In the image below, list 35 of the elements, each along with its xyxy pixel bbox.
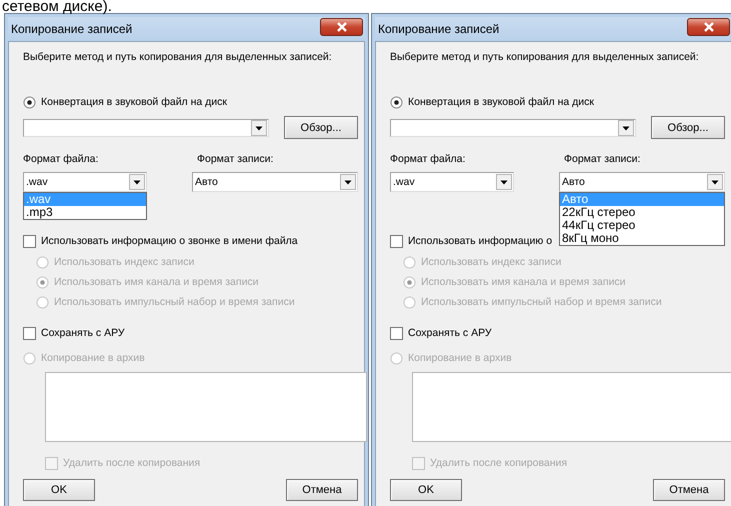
field-label: Формат записи: [564,152,640,166]
archive-path-field[interactable] [45,372,367,442]
window-title: Копирование записей [378,22,500,36]
checkbox[interactable]: Сохранять с АРУ [23,326,125,340]
field-label: Формат файла: [390,152,466,166]
prompt-text: Выберите метод и путь копирования для выделенных записей: [390,50,700,64]
window-title: Копирование записей [11,22,132,36]
checkbox[interactable]: Использовать информацию о [390,234,552,248]
browse-button[interactable]: Обзор... [651,116,725,139]
dropdown-option[interactable]: 44кГц стерео [560,219,724,232]
ok-button[interactable]: OK [23,479,95,501]
prompt-text: Выберите метод и путь копирования для выделенных записей: [23,50,333,64]
cancel-button[interactable]: Отмена [286,479,358,501]
checkbox[interactable]: Сохранять с АРУ [390,326,492,340]
close-icon [336,22,348,32]
browse-button[interactable]: Обзор... [284,116,358,139]
close-button[interactable] [320,18,363,36]
dropdown-option[interactable]: 22кГц стерео [560,206,724,219]
path-field[interactable] [390,118,636,136]
radio-button[interactable]: Конвертация в звуковой файл на диск [23,95,227,109]
path-field[interactable] [23,118,269,136]
close-icon [702,22,714,32]
dropdown-option[interactable]: .mp3 [24,206,146,219]
caption-text: сетевом диске). [2,0,112,15]
radio-button[interactable]: Конвертация в звуковой файл на диск [390,95,594,109]
format-dropdown[interactable]: .wav [390,172,514,192]
checkbox[interactable]: Использовать информацию о звонке в имени файла [23,234,298,248]
cancel-button[interactable]: Отмена [653,479,725,501]
format-dropdown[interactable]: Авто [192,172,358,192]
dropdown-option[interactable]: 8кГц моно [560,232,724,245]
ok-button[interactable]: OK [390,479,462,501]
field-label: Формат файла: [23,152,100,166]
field-label: Формат записи: [197,152,274,166]
archive-path-field[interactable] [412,372,731,442]
close-button[interactable] [687,18,730,36]
